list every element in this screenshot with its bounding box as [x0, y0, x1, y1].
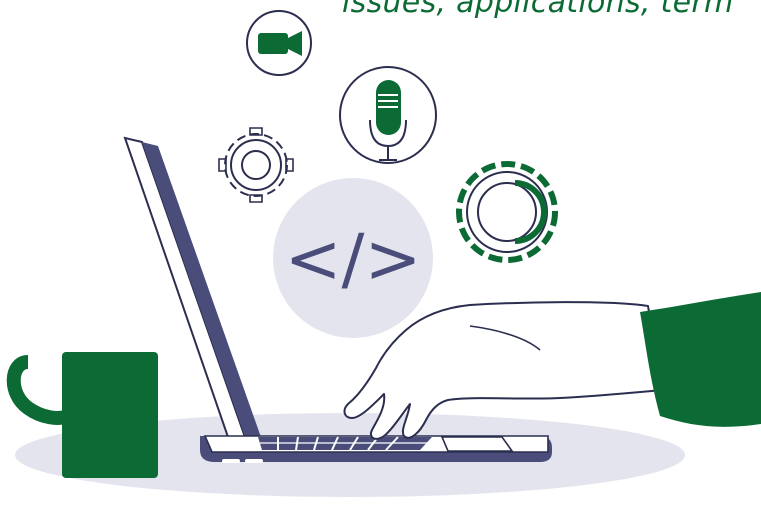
gear-icon: [456, 161, 558, 263]
video-camera-icon: [246, 10, 312, 76]
gear-icon: [218, 127, 294, 203]
trackpad: [440, 436, 514, 452]
sleeve: [640, 292, 761, 427]
microphone-icon: [339, 66, 437, 164]
code-symbol: </>: [285, 220, 422, 299]
keyboard: [258, 436, 432, 451]
developer-illustration: </>: [6, 10, 761, 497]
code-icon: </>: [273, 178, 433, 338]
